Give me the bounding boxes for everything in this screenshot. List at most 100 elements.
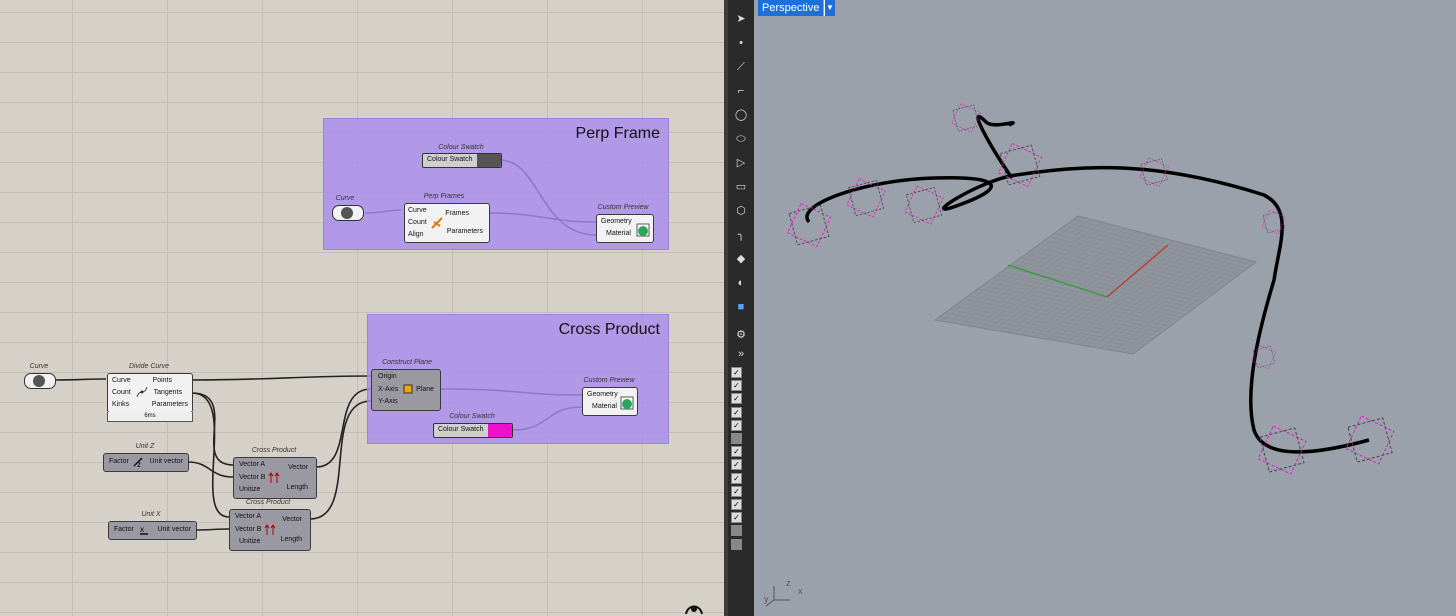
layer-checkbox[interactable]: ✓ [731, 367, 742, 378]
output-tangents: Tangents [153, 389, 182, 396]
frame-plane [1345, 415, 1395, 465]
layer-checkbox[interactable]: ✓ [731, 419, 742, 431]
boolean-icon[interactable]: ◐ [732, 274, 750, 292]
rectangle-icon[interactable]: ▭ [732, 178, 750, 196]
axis-gizmo: x z y [764, 578, 803, 607]
input-vector-a: Vector A [235, 513, 262, 520]
layer-checkbox[interactable] [731, 525, 742, 537]
polyline-icon[interactable]: ⟋ [732, 58, 750, 76]
layer-checkbox[interactable]: ✓ [731, 485, 742, 497]
input-unitize: Unitize [239, 486, 261, 493]
layer-checkbox[interactable]: ✓ [731, 512, 742, 524]
input-factor: Factor [114, 526, 134, 533]
input-vector-b: Vector B [239, 474, 266, 481]
curve-param-bottom[interactable] [24, 373, 56, 389]
grasshopper-canvas[interactable]: Perp Frame Colour Swatch Colour Swatch C… [0, 0, 724, 616]
polygon-icon[interactable]: ▷ [732, 154, 750, 172]
cross-product-component-2[interactable]: Vector A Vector B Unitize Vector Length [229, 509, 311, 551]
layer-checkbox[interactable] [731, 433, 742, 444]
fillet-icon[interactable]: ╮ [732, 226, 750, 244]
component-caption: Custom Preview [583, 377, 635, 384]
input-curve: Curve [112, 377, 131, 384]
box-icon[interactable]: ■ [732, 298, 750, 316]
component-caption: Curve [335, 195, 355, 202]
group-title: Cross Product [558, 321, 660, 338]
output-parameters: Parameters [151, 401, 188, 408]
output-length: Length [280, 536, 302, 543]
axis-label-x: x [798, 586, 803, 596]
output-vector: Vector [282, 516, 302, 523]
viewport-title-tab[interactable]: Perspective [758, 0, 824, 16]
cross-product-icon [268, 472, 280, 483]
layer-checkbox[interactable]: ✓ [731, 406, 742, 418]
input-kinks: Kinks [112, 401, 130, 408]
canvas-widget-icon[interactable] [682, 600, 706, 616]
cross-product-component-1[interactable]: Vector A Vector B Unitize Vector Length [233, 457, 317, 499]
curve-icon [33, 375, 45, 387]
component-caption: Construct Plane [382, 359, 432, 366]
settings-icon[interactable]: ⚙ [732, 326, 750, 344]
component-caption: Cross Product [251, 447, 297, 454]
divide-curve-component[interactable]: Curve Count Kinks Points Tangents Parame… [107, 373, 193, 413]
input-geometry: Geometry [587, 391, 618, 398]
colour-swatch-top[interactable]: Colour Swatch [422, 153, 502, 168]
perp-frames-icon [431, 217, 443, 229]
output-unit-vector: Unit vector [157, 526, 191, 533]
chevron-down-icon[interactable]: ▼ [824, 0, 835, 16]
input-unitize: Unitize [239, 538, 261, 545]
select-arrow-icon[interactable]: ➤ [732, 10, 750, 28]
construct-plane-component[interactable]: Origin X-Axis Y-Axis Plane [371, 369, 441, 411]
input-align: Align [408, 231, 424, 238]
nurbs-curve [976, 114, 1015, 180]
curve-icon[interactable]: ⌐ [732, 82, 750, 100]
input-material: Material [592, 403, 617, 410]
input-count: Count [112, 389, 131, 396]
layer-checkbox[interactable]: ✓ [731, 472, 742, 484]
circle-icon[interactable]: ◯ [732, 106, 750, 124]
layer-checkbox[interactable]: ✓ [731, 459, 742, 471]
output-vector: Vector [288, 464, 308, 471]
swatch-color[interactable] [488, 424, 512, 437]
swatch-color[interactable] [477, 154, 501, 167]
layer-checkbox[interactable]: ✓ [731, 380, 742, 392]
swatch-label: Colour Swatch [427, 156, 473, 163]
custom-preview-bottom[interactable]: Geometry Material [582, 387, 638, 416]
component-caption: Curve [29, 363, 49, 370]
input-material: Material [606, 230, 631, 237]
expand-icon[interactable]: » [732, 345, 750, 363]
input-vector-b: Vector B [235, 526, 262, 533]
layer-checkbox[interactable] [731, 538, 742, 550]
unit-x-component[interactable]: Factor x Unit vector [108, 521, 197, 540]
input-vector-a: Vector A [239, 461, 266, 468]
layer-checkbox[interactable]: ✓ [731, 446, 742, 458]
input-factor: Factor [109, 458, 129, 465]
point-icon[interactable]: • [732, 34, 750, 52]
unit-x-icon: x [140, 525, 148, 535]
layer-checkbox[interactable]: ✓ [731, 499, 742, 510]
unit-z-component[interactable]: Factor z Unit vector [103, 453, 189, 472]
wire [55, 378, 107, 381]
frame-plane [951, 103, 981, 133]
curve-param-top[interactable] [332, 205, 364, 221]
transform-icon[interactable]: ◆ [732, 250, 750, 268]
output-parameters: Parameters [446, 228, 483, 235]
preview-sphere-icon [636, 223, 650, 237]
perp-frames-component[interactable]: Curve Count Align Frames Parameters [404, 203, 490, 243]
group-title: Perp Frame [575, 125, 660, 142]
output-length: Length [286, 484, 308, 491]
ellipse-icon[interactable]: ⬭ [732, 130, 750, 148]
solid-icon[interactable]: ⬡ [732, 202, 750, 220]
colour-swatch-bottom[interactable]: Colour Swatch [433, 423, 513, 438]
input-y-axis: Y-Axis [378, 398, 398, 405]
svg-text:z: z [137, 460, 141, 468]
axis-label-z: z [786, 578, 791, 588]
unit-z-icon: z [133, 457, 143, 468]
custom-preview-top[interactable]: Geometry Material [596, 214, 654, 243]
input-geometry: Geometry [601, 218, 632, 225]
plane-icon [403, 384, 413, 394]
curve-icon [341, 207, 353, 219]
rhino-sidebar-toolbar: ➤ • ⟋ ⌐ ◯ ⬭ ▷ ▭ ⬡ ╮ ◆ ◐ ■ ⚙ » ✓ ✓ ✓ ✓ ✓ ✓ ✓ ✓ ✓ ✓… [728, 0, 754, 616]
component-caption: Colour Swatch [438, 144, 484, 151]
wire [315, 388, 372, 468]
layer-checkbox[interactable]: ✓ [731, 393, 742, 405]
